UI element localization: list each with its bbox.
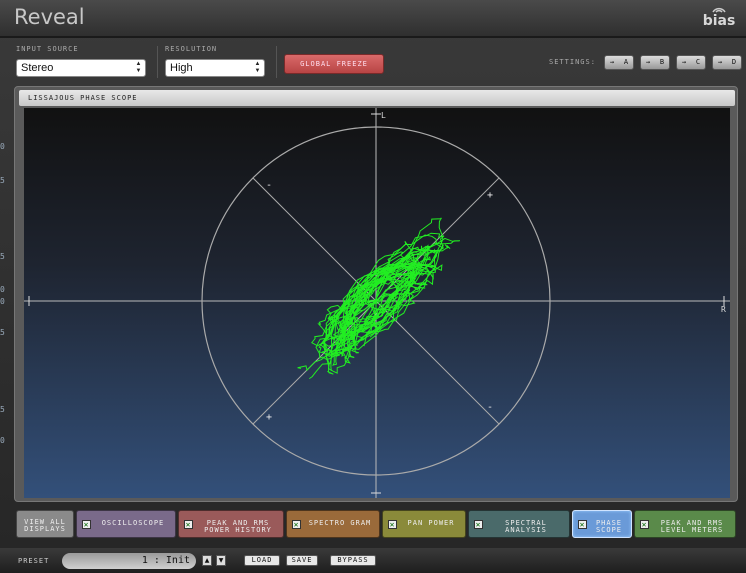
tab-peak-rms-power-history[interactable]: ✕ PEAK AND RMS POWER HISTORY	[178, 510, 284, 538]
resolution-label: RESOLUTION	[165, 45, 218, 53]
checkbox-icon[interactable]: ✕	[578, 520, 587, 529]
quadrant-sign: +	[266, 412, 272, 423]
tab-label: PEAK AND RMS POWER HISTORY	[204, 519, 272, 534]
tab-spectral-analysis[interactable]: ✕ SPECTRAL ANALYSIS	[468, 510, 570, 538]
arrow-right-icon: →	[609, 58, 615, 66]
tab-oscilloscope[interactable]: ✕ OSCILLOSCOPE	[76, 510, 176, 538]
panel-title: LISSAJOUS PHASE SCOPE	[28, 94, 138, 102]
tab-label: VIEW ALL DISPLAYS	[24, 518, 66, 533]
edge-glyph: 0	[0, 297, 5, 306]
lissajous-display: L R - + + -	[24, 108, 730, 498]
edge-glyph: 0	[0, 285, 5, 294]
quadrant-sign: -	[487, 402, 493, 413]
tab-label: SPECTRO GRAM	[308, 519, 372, 527]
checkbox-icon[interactable]: ✕	[474, 520, 483, 529]
phase-scope-graph: L R - + + -	[24, 108, 730, 498]
settings-letter: B	[659, 58, 665, 66]
checkbox-icon[interactable]: ✕	[640, 520, 649, 529]
select-arrows-icon: ▲ ▼	[135, 61, 142, 74]
tab-view-all-displays[interactable]: VIEW ALL DISPLAYS	[16, 510, 74, 538]
arrow-right-icon: →	[681, 58, 687, 66]
arrow-right-icon: →	[717, 58, 723, 66]
tab-peak-rms-level-meters[interactable]: ✕ PEAK AND RMS LEVEL METERS	[634, 510, 736, 538]
edge-glyph: 5	[0, 176, 5, 185]
app-title: Reveal	[14, 5, 85, 29]
input-source-value: Stereo	[21, 62, 54, 74]
tab-phase-scope[interactable]: ✕ PHASE SCOPE	[572, 510, 632, 538]
settings-c-button[interactable]: → C	[676, 55, 706, 70]
edge-glyph: 0	[0, 436, 5, 445]
left-channel-label: L	[381, 111, 386, 120]
tab-label: PAN POWER	[407, 519, 455, 527]
display-tabs: VIEW ALL DISPLAYS ✕ OSCILLOSCOPE ✕ PEAK …	[14, 510, 738, 538]
edge-glyph: 5	[0, 252, 5, 261]
edge-glyph: 0	[0, 142, 5, 151]
resolution-select[interactable]: High ▲ ▼	[165, 59, 265, 77]
signal-arcs-icon	[712, 7, 726, 13]
preset-label: PRESET	[18, 557, 50, 565]
edge-glyph: 5	[0, 405, 5, 414]
brand-name: bias	[702, 13, 736, 29]
preset-up-button[interactable]: ▲	[202, 555, 212, 566]
arrow-right-icon: →	[645, 58, 651, 66]
tab-label: SPECTRAL ANALYSIS	[505, 519, 547, 534]
checkbox-icon[interactable]: ✕	[82, 520, 91, 529]
checkbox-icon[interactable]: ✕	[388, 520, 397, 529]
settings-label: SETTINGS:	[549, 58, 596, 66]
reveal-plugin-window: Reveal bias INPUT SOURCE Stereo ▲ ▼ RESOL…	[0, 0, 746, 573]
edge-glyph: 5	[0, 328, 5, 337]
left-edge-glyphs: 0 5 5 0 0 5 5 0	[0, 140, 8, 460]
tab-spectrogram[interactable]: ✕ SPECTRO GRAM	[286, 510, 380, 538]
checkbox-icon[interactable]: ✕	[292, 520, 301, 529]
quadrant-sign: -	[266, 180, 272, 191]
settings-a-button[interactable]: → A	[604, 55, 634, 70]
quadrant-sign: +	[487, 190, 493, 201]
control-bar: INPUT SOURCE Stereo ▲ ▼ RESOLUTION High ▲…	[0, 40, 746, 84]
settings-letter: D	[731, 58, 737, 66]
load-button[interactable]: LOAD	[244, 555, 280, 566]
tab-label: PEAK AND RMS LEVEL METERS	[660, 519, 724, 534]
phase-scope-panel: LISSAJOUS PHASE SCOPE L R - + + -	[14, 86, 738, 502]
right-channel-label: R	[721, 305, 726, 314]
title-bar: Reveal bias	[0, 0, 746, 38]
input-source-label: INPUT SOURCE	[16, 45, 79, 53]
tab-label: PHASE SCOPE	[595, 519, 623, 534]
preset-down-button[interactable]: ▼	[216, 555, 226, 566]
bypass-button[interactable]: BYPASS	[330, 555, 376, 566]
select-arrows-icon: ▲ ▼	[254, 61, 261, 74]
divider	[157, 46, 158, 78]
settings-d-button[interactable]: → D	[712, 55, 742, 70]
preset-field[interactable]: 1 : Init	[62, 553, 196, 569]
checkbox-icon[interactable]: ✕	[184, 520, 193, 529]
brand-logo: bias	[702, 3, 736, 35]
save-button[interactable]: SAVE	[286, 555, 318, 566]
preset-bar: PRESET 1 : Init ▲ ▼ LOAD SAVE BYPASS	[0, 548, 746, 573]
resolution-value: High	[170, 62, 193, 74]
tab-pan-power[interactable]: ✕ PAN POWER	[382, 510, 466, 538]
settings-letter: C	[695, 58, 701, 66]
tab-label: OSCILLOSCOPE	[101, 519, 165, 527]
settings-b-button[interactable]: → B	[640, 55, 670, 70]
global-freeze-button[interactable]: GLOBAL FREEZE	[284, 54, 384, 74]
input-source-select[interactable]: Stereo ▲ ▼	[16, 59, 146, 77]
settings-letter: A	[623, 58, 629, 66]
divider	[276, 46, 277, 78]
panel-header: LISSAJOUS PHASE SCOPE	[19, 90, 735, 106]
